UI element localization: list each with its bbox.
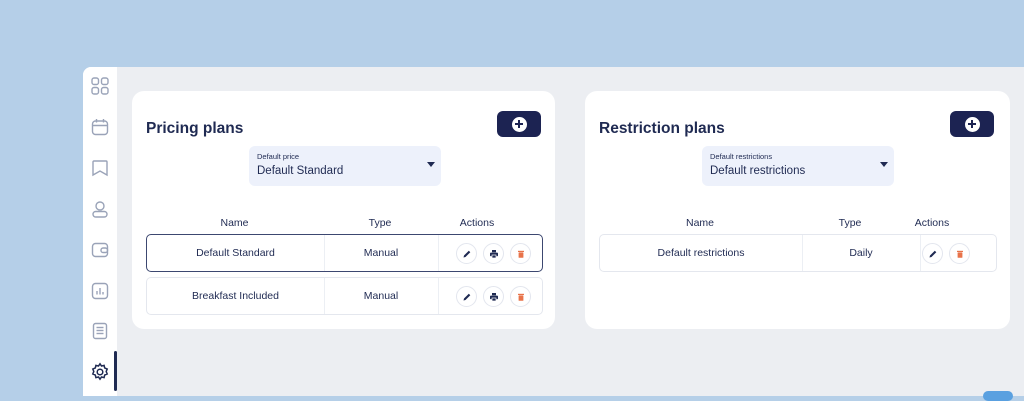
restriction-plans-title: Restriction plans: [599, 120, 725, 137]
user-icon: [92, 201, 108, 218]
sidebar-item-bookmark[interactable]: [87, 155, 113, 181]
bookmark-icon: [92, 160, 108, 177]
default-restrictions-value: Default restrictions: [710, 165, 806, 177]
settings-icon: [91, 362, 109, 381]
sidebar-item-wallet[interactable]: [87, 237, 113, 263]
wallet-icon: [91, 242, 109, 258]
edit-button[interactable]: [456, 243, 477, 264]
pencil-icon: [463, 293, 470, 300]
add-pricing-plan-button[interactable]: [497, 111, 541, 137]
row-name: Breakfast Included: [147, 278, 325, 314]
pricing-plans-title: Pricing plans: [146, 120, 244, 137]
column-header-type: Type: [838, 217, 862, 229]
delete-button[interactable]: [949, 243, 970, 264]
trash-icon: [517, 293, 524, 301]
column-header-actions: Actions: [459, 217, 495, 229]
chevron-down-icon: [880, 162, 888, 167]
trash-icon: [956, 250, 963, 258]
sidebar: [83, 67, 117, 396]
pencil-icon: [929, 250, 936, 257]
column-header-type: Type: [368, 217, 392, 229]
restriction-plans-card: Restriction plans Default restrictions D…: [585, 91, 1010, 329]
default-restrictions-select[interactable]: Default restrictions Default restriction…: [702, 146, 894, 186]
table-row[interactable]: Default restrictions Daily: [599, 234, 997, 272]
trash-icon: [517, 250, 524, 258]
print-button[interactable]: [483, 286, 504, 307]
column-header-name: Name: [220, 217, 249, 229]
default-price-select[interactable]: Default price Default Standard: [249, 146, 441, 186]
default-price-value: Default Standard: [257, 165, 344, 177]
document-icon: [92, 322, 108, 340]
dashboard-icon: [91, 77, 109, 95]
row-type: Daily: [802, 235, 921, 271]
edit-button[interactable]: [456, 286, 477, 307]
sidebar-item-user[interactable]: [87, 196, 113, 222]
print-button[interactable]: [483, 243, 504, 264]
pencil-icon: [463, 250, 470, 257]
printer-icon: [489, 292, 498, 301]
plus-icon: [964, 116, 980, 132]
edit-button[interactable]: [922, 243, 943, 264]
calendar-icon: [91, 119, 109, 136]
pricing-plans-card: Pricing plans Default price Default Stan…: [132, 91, 555, 329]
sidebar-item-dashboard[interactable]: [87, 73, 113, 99]
sidebar-item-documents[interactable]: [87, 318, 113, 344]
table-row[interactable]: Default Standard Manual: [146, 234, 543, 272]
active-indicator: [114, 351, 117, 391]
row-type: Manual: [324, 235, 439, 271]
row-type: Manual: [324, 278, 439, 314]
help-widget[interactable]: [983, 391, 1013, 401]
sidebar-item-reports[interactable]: [87, 278, 113, 304]
app-window: Pricing plans Default price Default Stan…: [83, 67, 1024, 396]
sidebar-item-calendar[interactable]: [87, 114, 113, 140]
default-restrictions-label: Default restrictions: [710, 152, 773, 161]
table-row[interactable]: Breakfast Included Manual: [146, 277, 543, 315]
chevron-down-icon: [427, 162, 435, 167]
column-header-name: Name: [685, 217, 714, 229]
chart-icon: [91, 282, 109, 300]
printer-icon: [489, 249, 498, 258]
row-name: Default restrictions: [600, 235, 803, 271]
add-restriction-plan-button[interactable]: [950, 111, 994, 137]
delete-button[interactable]: [510, 286, 531, 307]
plus-icon: [511, 116, 527, 132]
column-header-actions: Actions: [914, 217, 950, 229]
delete-button[interactable]: [510, 243, 531, 264]
default-price-label: Default price: [257, 152, 300, 161]
row-name: Default Standard: [147, 235, 325, 271]
sidebar-item-settings[interactable]: [87, 359, 113, 385]
